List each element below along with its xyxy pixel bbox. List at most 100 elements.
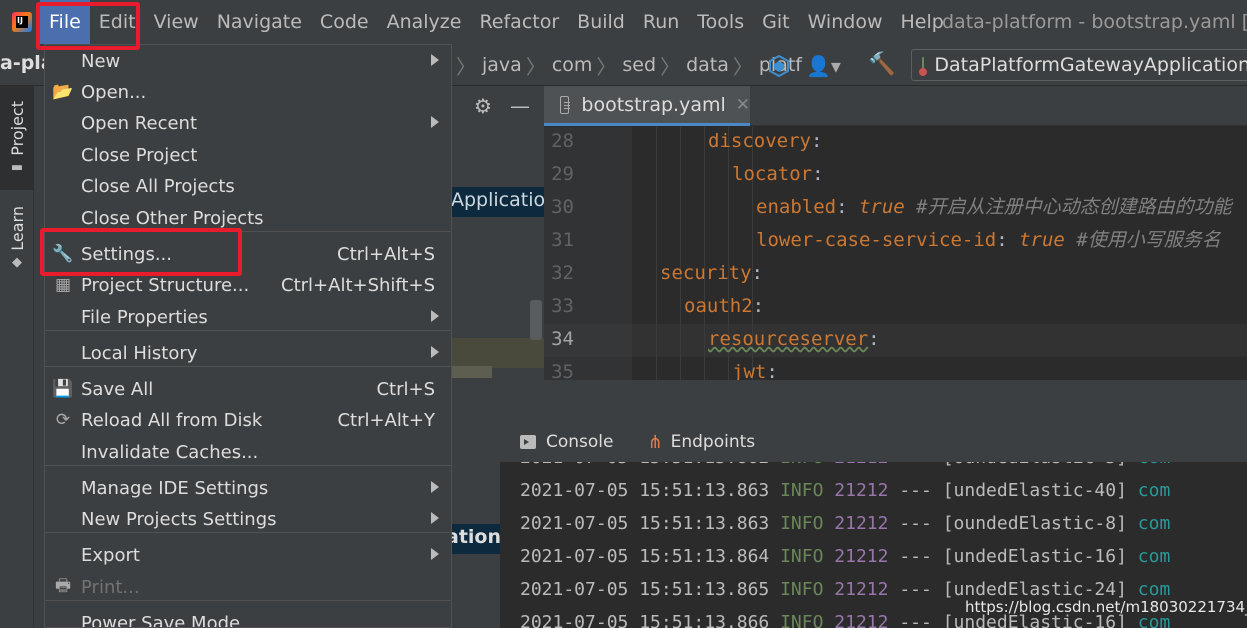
yaml-colon: : (810, 130, 823, 152)
menu-view[interactable]: View (145, 0, 208, 44)
menu-item-shortcut: Ctrl+S (376, 378, 435, 400)
yaml-key: locator (732, 163, 813, 185)
log-thread: [oundedElastic-3] (943, 462, 1127, 468)
yaml-colon: : (868, 328, 880, 350)
menu-item-file-properties[interactable]: File Properties (45, 301, 451, 333)
menu-separator (45, 330, 451, 331)
menu-item-save-all[interactable]: 💾 Save All Ctrl+S (45, 373, 451, 405)
tab-console-label: Console (546, 432, 614, 452)
tab-console[interactable]: Console (500, 422, 628, 462)
menu-item-reload-all-from-disk[interactable]: ⟳ Reload All from Disk Ctrl+Alt+Y (45, 404, 451, 436)
log-time: 2021-07-05 15:51:13.862 (520, 462, 769, 468)
close-icon[interactable]: ✕ (736, 95, 750, 115)
menu-analyze[interactable]: Analyze (378, 0, 471, 44)
yaml-key: lower-case-service-id (756, 229, 997, 251)
user-dropdown-icon[interactable]: 👤▾ (806, 54, 841, 78)
log-sep: --- (899, 480, 932, 501)
tab-bootstrap-yaml[interactable]: bootstrap.yaml ✕ (544, 86, 750, 126)
menu-item-label: Print... (81, 576, 140, 598)
line-number: 32 (551, 262, 574, 284)
tool-tab-learn[interactable]: Learn ◆ (0, 198, 34, 278)
submenu-arrow-icon (431, 310, 439, 322)
menu-item-open[interactable]: 📂 Open... (45, 76, 451, 108)
submenu-arrow-icon (431, 548, 439, 560)
project-panel-toolbar: ⚙ — (452, 86, 544, 126)
log-sep: --- (899, 462, 932, 468)
menu-item-open-recent[interactable]: Open Recent (45, 107, 451, 139)
tool-tab-project-label: Project (7, 101, 27, 156)
gear-icon[interactable]: ⚙ (474, 94, 492, 118)
log-level: INFO (780, 546, 824, 567)
log-sep: --- (899, 579, 932, 600)
tool-tab-project[interactable]: Project ▬ (0, 86, 34, 190)
chevron-right-icon: 〉 (660, 54, 681, 79)
menu-refactor[interactable]: Refactor (470, 0, 568, 44)
line-number: 33 (551, 295, 574, 317)
chevron-right-icon: 〉 (596, 54, 617, 79)
yaml-colon: : (766, 361, 778, 380)
menu-item-label: Power Save Mode (81, 612, 241, 628)
yaml-key: oauth2 (684, 295, 753, 317)
log-pid: 21212 (834, 546, 889, 567)
menu-item-manage-ide-settings[interactable]: Manage IDE Settings (45, 472, 451, 504)
menu-code[interactable]: Code (311, 0, 378, 44)
menu-item-label: Open Recent (81, 112, 198, 134)
run-tab-bar: Console ⋔ Endpoints (500, 422, 1247, 462)
log-pid: 21212 (834, 462, 888, 468)
breadcrumb-item-java[interactable]: java (482, 54, 522, 76)
menu-item-invalidate-caches[interactable]: Invalidate Caches... (45, 436, 451, 468)
menu-item-close-all-projects[interactable]: Close All Projects (45, 170, 451, 202)
log-level: INFO (780, 480, 824, 501)
breadcrumb-item-com[interactable]: com (552, 54, 593, 76)
project-panel-scrollbar[interactable] (530, 300, 542, 340)
breadcrumb-item-sed[interactable]: sed (622, 54, 656, 76)
tab-endpoints[interactable]: ⋔ Endpoints (628, 422, 770, 462)
menu-build[interactable]: Build (568, 0, 634, 44)
log-pid: 21212 (834, 612, 889, 628)
menu-item-new-projects-settings[interactable]: New Projects Settings (45, 503, 451, 535)
minimize-icon[interactable]: — (510, 94, 530, 118)
intellij-logo-icon (12, 12, 32, 32)
menu-item-close-project[interactable]: Close Project (45, 139, 451, 171)
menu-item-local-history[interactable]: Local History (45, 337, 451, 369)
highlight-box-file-edit (36, 2, 140, 50)
reload-icon: ⟳ (55, 410, 71, 430)
code-line: 33 oauth2: (544, 290, 1247, 323)
menu-item-label: Save All (81, 378, 154, 400)
menu-item-label: Export (81, 544, 140, 566)
line-number: 35 (551, 361, 574, 380)
menu-item-print[interactable]: 🖶 Print... (45, 571, 451, 603)
code-editor[interactable]: 28 discovery: 29 locator: 30 enabled: true #开… (544, 127, 1247, 380)
module-cube-icon[interactable] (768, 55, 790, 77)
menu-navigate[interactable]: Navigate (208, 0, 311, 44)
run-configuration-selector[interactable]: DataPlatformGatewayApplication (911, 49, 1247, 81)
yaml-colon: : (996, 229, 1020, 251)
menu-tools[interactable]: Tools (688, 0, 753, 44)
menu-window[interactable]: Window (799, 0, 892, 44)
ide-window: File Edit View Navigate Code Analyze Ref… (0, 0, 1247, 628)
log-thread: [oundedElastic-8] (942, 513, 1127, 534)
log-cls: com (1137, 579, 1171, 600)
folder-icon: 📂 (52, 82, 74, 102)
menu-separator (45, 366, 451, 367)
endpoints-icon: ⋔ (647, 431, 663, 453)
menu-separator (45, 465, 451, 466)
log-cls: com (1137, 546, 1171, 567)
submenu-arrow-icon (431, 54, 439, 66)
submenu-arrow-icon (431, 346, 439, 358)
log-sep: --- (899, 612, 932, 628)
menu-git[interactable]: Git (753, 0, 798, 44)
menu-item-export[interactable]: Export (45, 539, 451, 571)
menu-item-label: Close All Projects (81, 175, 235, 197)
yaml-value: true (858, 196, 905, 218)
menu-item-label: Manage IDE Settings (81, 477, 269, 499)
menu-item-power-save-mode[interactable]: Power Save Mode (45, 607, 451, 628)
yaml-key: enabled (756, 196, 837, 218)
code-line: 35 jwt: (544, 356, 1247, 380)
menu-run[interactable]: Run (634, 0, 688, 44)
menu-item-shortcut: Ctrl+Alt+S (337, 243, 435, 265)
menu-item-label: Close Project (81, 144, 198, 166)
build-hammer-icon[interactable]: 🔨 (868, 52, 895, 77)
breadcrumb-item-data[interactable]: data (686, 54, 729, 76)
project-tree-row[interactable] (442, 338, 544, 368)
